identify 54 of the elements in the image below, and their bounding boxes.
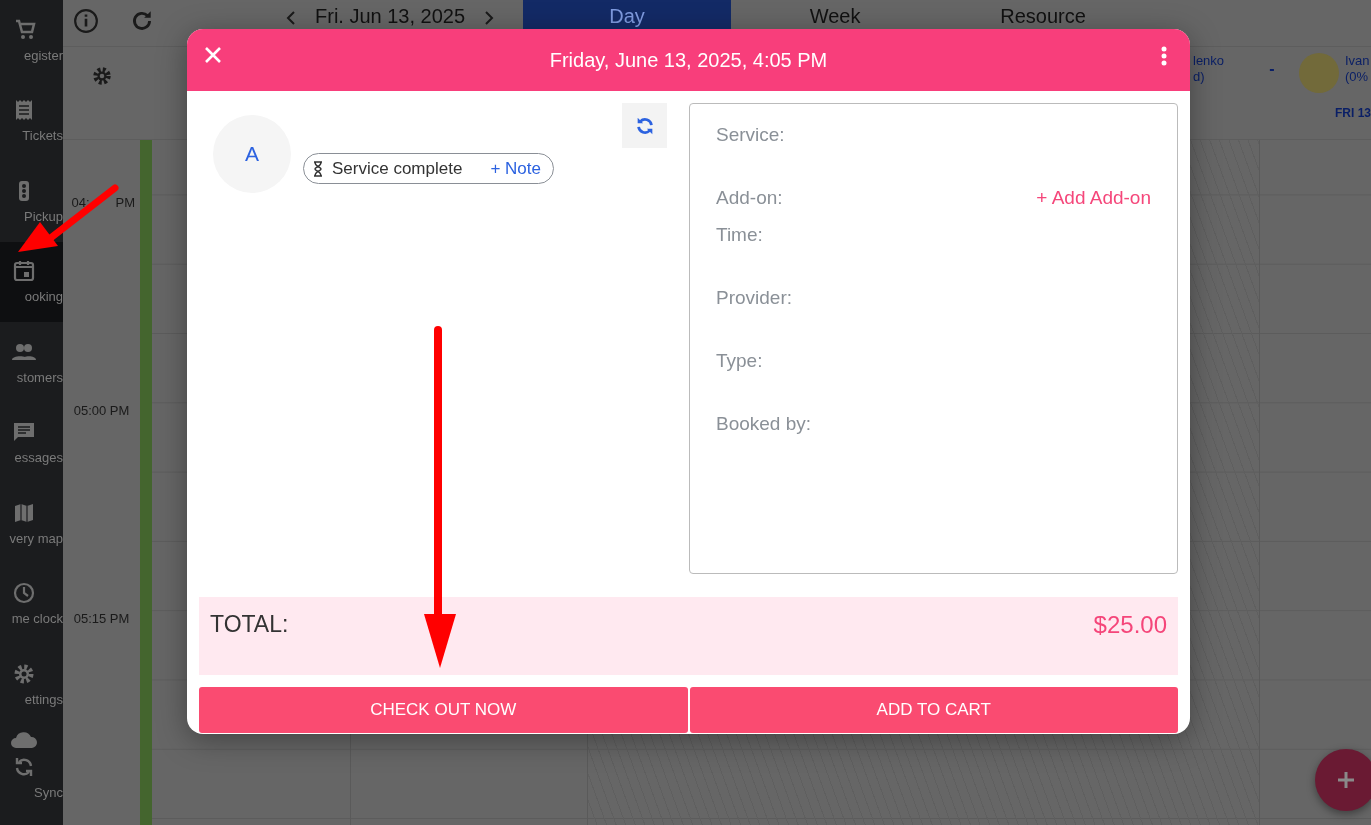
- sidebar-item[interactable]: ooking: [0, 241, 63, 322]
- calendar-icon: [11, 259, 36, 284]
- sidebar-item[interactable]: Pickup: [0, 161, 63, 242]
- hourglass-icon: [312, 160, 324, 177]
- sidebar-item[interactable]: ettings: [0, 644, 63, 725]
- action-button[interactable]: CHECK OUT NOW: [199, 687, 688, 733]
- detail-label: Service:: [716, 124, 785, 147]
- view-tab[interactable]: Week: [731, 0, 940, 47]
- sidebar-item[interactable]: Sync: [0, 724, 63, 805]
- customer-avatar: A: [213, 115, 291, 193]
- more-icon: [1160, 45, 1168, 67]
- photo-placeholder: [1299, 53, 1339, 93]
- resource-name: (0%: [1345, 69, 1370, 85]
- sidebar-item[interactable]: me clock: [0, 563, 63, 644]
- resource-name: lenko: [1193, 53, 1226, 69]
- sidebar-item[interactable]: very map: [0, 483, 63, 564]
- settings-icon[interactable]: [90, 65, 113, 87]
- detail-label: Type:: [716, 350, 763, 373]
- chevron-left-icon[interactable]: [285, 10, 297, 26]
- time-label: 04:: [71, 195, 90, 212]
- close-icon: [203, 45, 223, 65]
- detail-label: Booked by:: [716, 413, 812, 436]
- plus-icon: [1337, 771, 1355, 789]
- sidebar-item[interactable]: essages: [0, 402, 63, 483]
- total-amount: $25.00: [1093, 611, 1167, 640]
- total-label: TOTAL:: [210, 611, 289, 639]
- separator-text: -: [1268, 59, 1276, 77]
- cloud-icon: [9, 729, 38, 750]
- action-button[interactable]: ADD TO CART: [689, 687, 1178, 733]
- add-addon-link[interactable]: + Add Add-on: [1036, 187, 1151, 224]
- add-button[interactable]: [1315, 749, 1371, 811]
- status-text: Service complete: [332, 158, 463, 179]
- info-icon[interactable]: [73, 8, 99, 34]
- detail-label: Add-on:: [716, 187, 783, 210]
- chevron-right-icon[interactable]: [483, 10, 496, 26]
- more-button[interactable]: [1160, 45, 1168, 67]
- time-label: 05:15 PM: [73, 611, 130, 626]
- sidebar-item[interactable]: stomers: [0, 322, 63, 403]
- day-label: FRI 13: [1335, 106, 1371, 120]
- add-note-link[interactable]: + Note: [490, 158, 541, 179]
- close-button[interactable]: [203, 45, 223, 65]
- time-label: PM: [115, 195, 136, 212]
- sidebar-item[interactable]: Tickets: [0, 80, 63, 161]
- dialog-title: Friday, June 13, 2025, 4:05 PM: [549, 48, 828, 72]
- sidebar-item[interactable]: egister: [0, 0, 63, 81]
- view-tab[interactable]: Resource: [939, 0, 1148, 47]
- date-label: Fri. Jun 13, 2025: [315, 4, 466, 27]
- clock-icon: [11, 581, 36, 606]
- refresh-button[interactable]: [622, 103, 667, 148]
- detail-label: Time:: [716, 224, 763, 247]
- resource-name: Ivan: [1345, 53, 1371, 69]
- time-label: 05:00 PM: [73, 403, 130, 418]
- detail-label: Provider:: [716, 287, 793, 310]
- resource-name: d): [1193, 69, 1206, 85]
